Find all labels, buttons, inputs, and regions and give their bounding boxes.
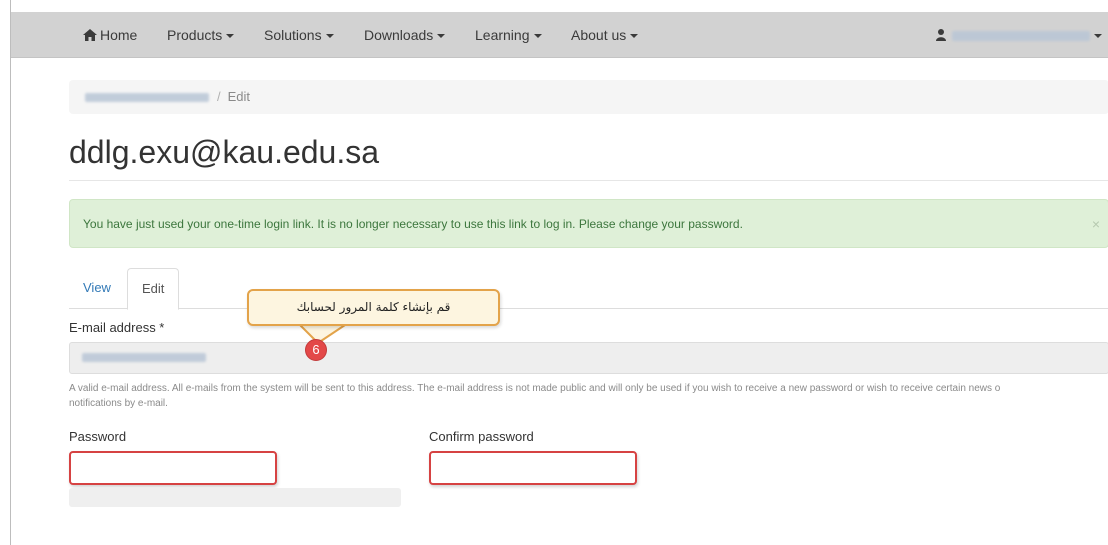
email-field[interactable] <box>69 342 1108 374</box>
nav-downloads-label: Downloads <box>364 27 434 43</box>
breadcrumb: / Edit <box>69 80 1108 114</box>
chevron-down-icon <box>437 34 446 39</box>
email-label: E-mail address * <box>69 320 165 335</box>
tab-bar: View Edit <box>69 268 1108 310</box>
nav-about-us-label: About us <box>571 27 627 43</box>
callout-text: قم بإنشاء كلمة المرور لحسابك <box>296 300 451 314</box>
alert-message: You have just used your one-time login l… <box>83 217 743 231</box>
chevron-down-icon <box>226 34 235 39</box>
status-alert: You have just used your one-time login l… <box>69 199 1108 248</box>
step-number-badge: 6 <box>305 339 327 361</box>
chevron-down-icon <box>630 34 639 39</box>
password-input[interactable] <box>69 451 277 485</box>
home-icon <box>83 13 97 59</box>
user-email-redacted <box>952 31 1090 42</box>
nav-solutions-label: Solutions <box>264 27 322 43</box>
nav-about-us[interactable]: About us <box>571 12 639 58</box>
breadcrumb-link-redacted[interactable] <box>85 93 209 103</box>
tab-edit[interactable]: Edit <box>127 268 180 310</box>
top-navbar: Home Products Solutions Downloads Learni… <box>11 12 1108 58</box>
nav-home-label: Home <box>100 27 138 43</box>
nav-downloads[interactable]: Downloads <box>364 12 446 58</box>
nav-home[interactable]: Home <box>83 12 137 58</box>
divider <box>69 180 1108 181</box>
nav-learning-label: Learning <box>475 27 530 43</box>
nav-learning[interactable]: Learning <box>475 12 542 58</box>
user-icon <box>936 13 946 59</box>
nav-products-label: Products <box>167 27 223 43</box>
nav-products[interactable]: Products <box>167 12 235 58</box>
nav-solutions[interactable]: Solutions <box>264 12 334 58</box>
email-value-redacted <box>82 353 206 363</box>
password-label: Password <box>69 429 127 444</box>
confirm-password-input[interactable] <box>429 451 637 485</box>
email-help-line-2: notifications by e-mail. <box>69 398 168 409</box>
password-strength-bar <box>69 488 401 507</box>
breadcrumb-separator: / <box>217 89 221 104</box>
chevron-down-icon <box>533 34 542 39</box>
user-menu[interactable] <box>936 12 1102 58</box>
breadcrumb-current: Edit <box>227 89 251 104</box>
browser-viewport: Home Products Solutions Downloads Learni… <box>10 0 1108 545</box>
chevron-down-icon <box>325 34 334 39</box>
email-help-text: A valid e-mail address. All e-mails from… <box>69 381 1108 411</box>
confirm-password-label: Confirm password <box>429 429 534 444</box>
tab-view[interactable]: View <box>69 268 125 309</box>
instruction-callout: قم بإنشاء كلمة المرور لحسابك <box>247 289 500 326</box>
page-title: ddlg.exu@kau.edu.sa <box>69 134 380 170</box>
email-help-line-1: A valid e-mail address. All e-mails from… <box>69 383 1001 394</box>
close-icon[interactable]: × <box>1092 200 1100 249</box>
chevron-down-icon <box>1094 34 1102 39</box>
